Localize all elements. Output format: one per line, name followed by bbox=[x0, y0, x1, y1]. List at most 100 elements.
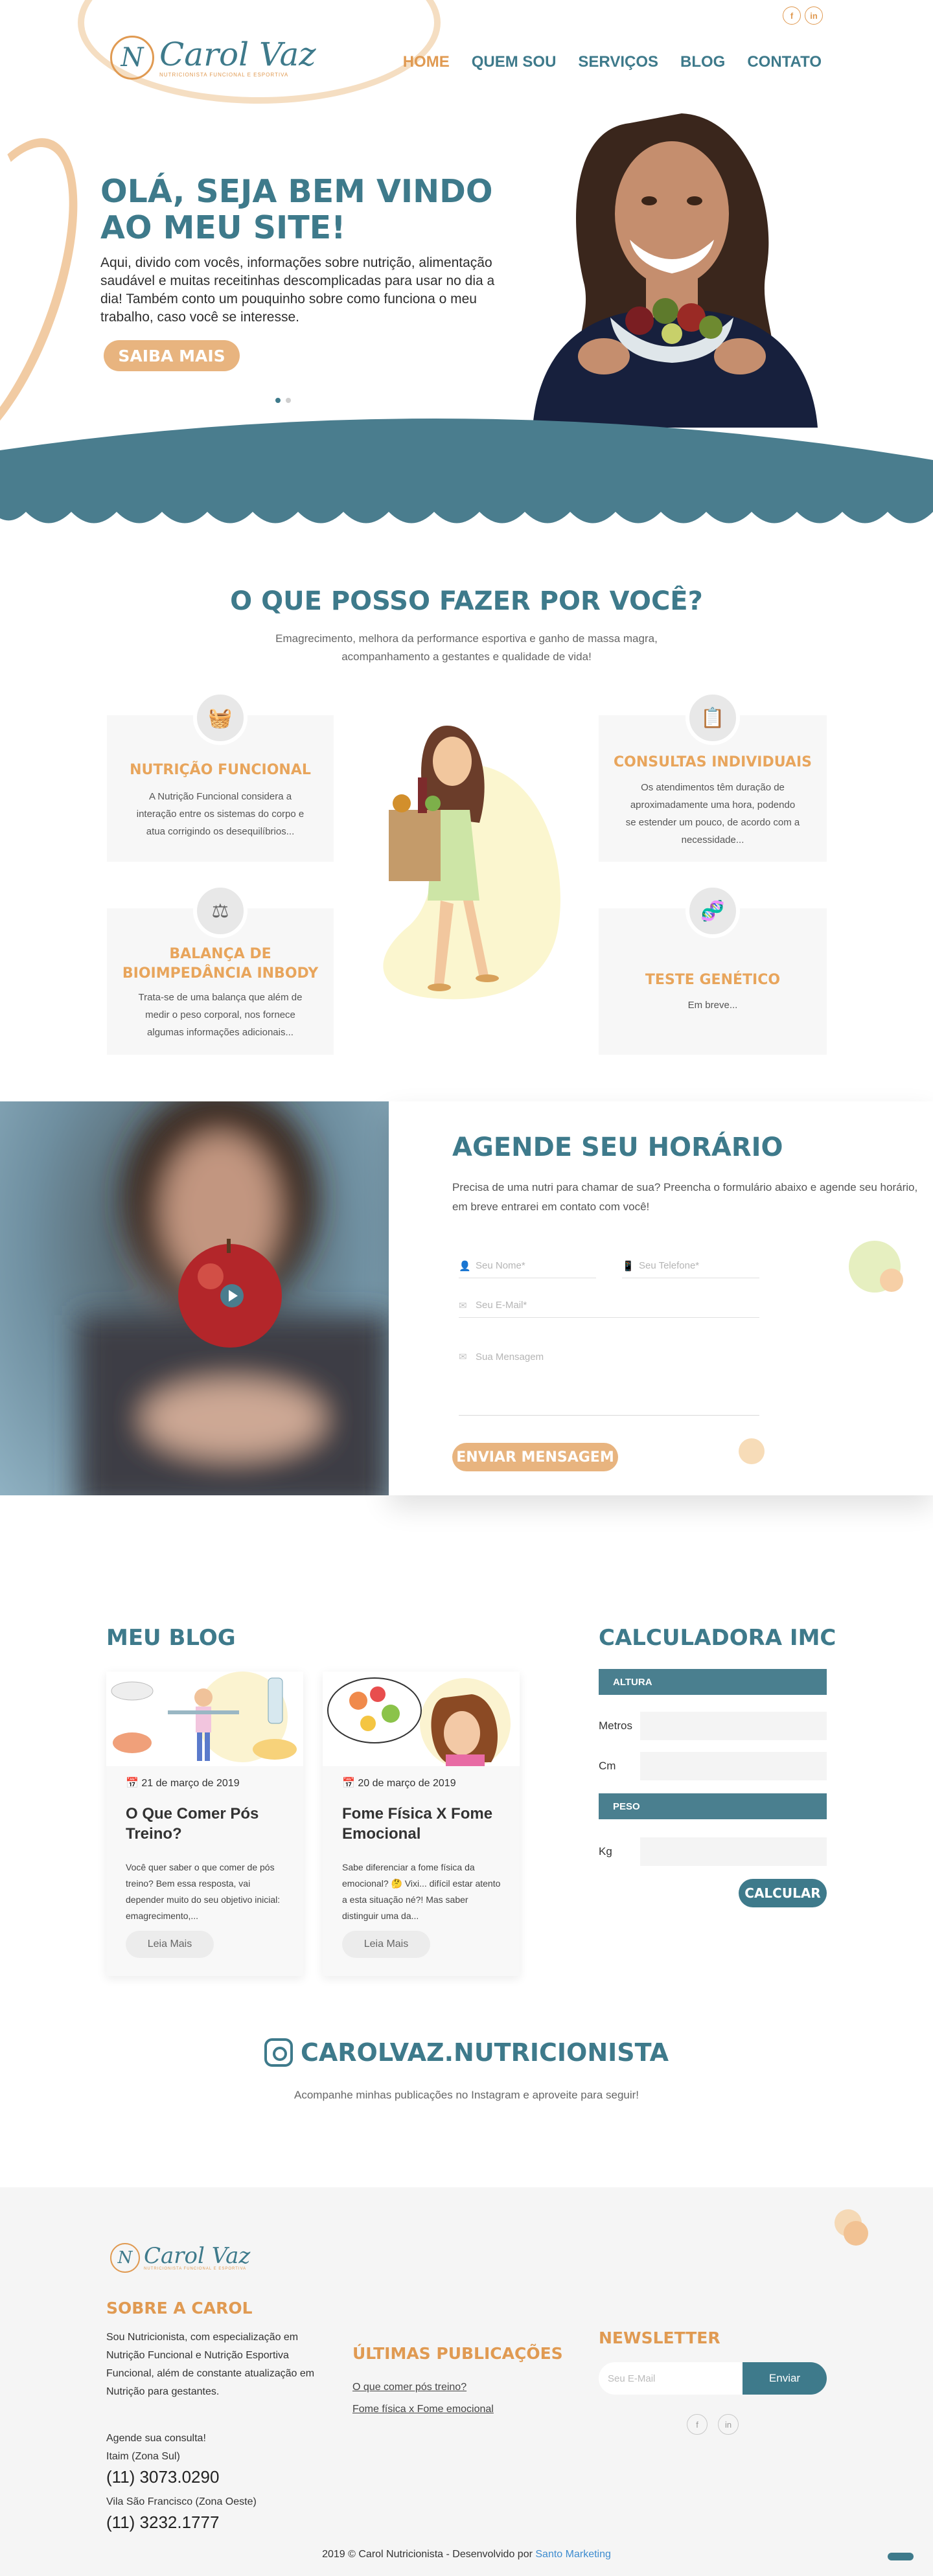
agende-title: AGENDE SEU HORÁRIO bbox=[452, 1133, 783, 1162]
services-subtitle: Emagrecimento, melhora da performance es… bbox=[275, 632, 658, 663]
message-icon: ✉ bbox=[459, 1351, 467, 1363]
saiba-mais-button[interactable]: SAIBA MAIS bbox=[104, 340, 240, 371]
post-excerpt: Sabe diferenciar a fome física da emocio… bbox=[342, 1862, 501, 1921]
imc-section-altura: ALTURA bbox=[599, 1669, 827, 1695]
card-title: TESTE GENÉTICO bbox=[645, 972, 781, 988]
linkedin-icon[interactable]: in bbox=[718, 2414, 739, 2435]
footer-about-title: SOBRE A CAROL bbox=[106, 2299, 253, 2317]
post-title[interactable]: O Que Comer Pós Treino? bbox=[126, 1804, 288, 1844]
blog-post-card[interactable]: 📅 20 de março de 2019 Fome Física X Fome… bbox=[323, 1672, 520, 1976]
copyright-text: 2019 © Carol Nutricionista - Desenvolvid… bbox=[322, 2549, 536, 2560]
post-date-text: 21 de março de 2019 bbox=[141, 1778, 240, 1789]
hero-title: OLÁ, SEJA BEM VINDO AO MEU SITE! bbox=[100, 174, 502, 246]
blog-post-card[interactable]: 📅 21 de março de 2019 O Que Comer Pós Tr… bbox=[106, 1672, 303, 1976]
phone-icon: 📱 bbox=[622, 1260, 634, 1272]
site-logo[interactable]: N Carol Vaz NUTRICIONISTA FUNCIONAL E ES… bbox=[110, 36, 316, 80]
calcular-button[interactable]: CALCULAR bbox=[739, 1879, 827, 1907]
header-social-links: f in bbox=[783, 6, 823, 25]
decorative-circle bbox=[844, 2221, 868, 2246]
post-date-text: 20 de março de 2019 bbox=[358, 1778, 456, 1789]
name-placeholder: Seu Nome* bbox=[476, 1260, 525, 1271]
developer-link[interactable]: Santo Marketing bbox=[535, 2549, 611, 2560]
facebook-icon[interactable]: f bbox=[783, 6, 801, 25]
footer-location-1: Itaim (Zona Sul) bbox=[106, 2451, 180, 2462]
imc-input-metros[interactable] bbox=[640, 1712, 827, 1740]
message-label: ✉ Sua Mensagem bbox=[459, 1344, 759, 1369]
service-card-bioimpedancia[interactable]: ⚖ BALANÇA DE BIOIMPEDÂNCIA INBODY Trata-… bbox=[107, 884, 334, 1055]
envelope-icon: ✉ bbox=[459, 1300, 467, 1311]
footer-phone-1[interactable]: (11) 3073.0290 bbox=[106, 2467, 219, 2487]
scale-icon: ⚖ bbox=[193, 884, 248, 938]
message-field[interactable]: ✉ Sua Mensagem bbox=[459, 1344, 759, 1416]
hero-portrait-image bbox=[533, 113, 818, 428]
name-field[interactable]: 👤 Seu Nome* bbox=[459, 1254, 596, 1278]
instagram-icon bbox=[264, 2038, 293, 2067]
copyright: 2019 © Carol Nutricionista - Desenvolvid… bbox=[0, 2549, 933, 2560]
imc-input-cm[interactable] bbox=[640, 1752, 827, 1780]
instagram-subtitle: Acompanhe minhas publicações no Instagra… bbox=[294, 2089, 639, 2101]
footer-location-2: Vila São Francisco (Zona Oeste) bbox=[106, 2496, 257, 2507]
nav-home[interactable]: HOME bbox=[403, 53, 450, 71]
email-placeholder: Seu E-Mail* bbox=[476, 1300, 527, 1311]
card-title: CONSULTAS INDIVIDUAIS bbox=[614, 754, 812, 770]
user-icon: 👤 bbox=[459, 1260, 471, 1272]
service-card-consultas[interactable]: 📋 CONSULTAS INDIVIDUAIS Os atendimentos … bbox=[599, 691, 827, 862]
linkedin-icon[interactable]: in bbox=[805, 6, 823, 25]
facebook-icon[interactable]: f bbox=[687, 2414, 708, 2435]
post-image bbox=[323, 1672, 520, 1766]
food-basket-icon: 🧺 bbox=[193, 691, 248, 745]
post-title[interactable]: Fome Física X Fome Emocional bbox=[342, 1804, 504, 1844]
imc-title: CALCULADORA IMC bbox=[599, 1625, 836, 1651]
service-card-teste-genetico[interactable]: 🧬 TESTE GENÉTICO Em breve... bbox=[599, 884, 827, 1055]
logo-name: Carol Vaz bbox=[144, 2243, 251, 2269]
imc-label-metros: Metros bbox=[599, 1719, 632, 1732]
main-nav: HOME QUEM SOU SERVIÇOS BLOG CONTATO bbox=[403, 53, 822, 71]
newsletter-submit-button[interactable]: Enviar bbox=[743, 2362, 827, 2395]
post-date: 📅 21 de março de 2019 bbox=[126, 1778, 240, 1789]
enviar-mensagem-button[interactable]: ENVIAR MENSAGEM bbox=[452, 1443, 618, 1471]
footer-newsletter-title: NEWSLETTER bbox=[599, 2329, 720, 2347]
woman-grocery-illustration bbox=[383, 726, 560, 1000]
imc-label-kg: Kg bbox=[599, 1845, 612, 1857]
footer-about-text: Sou Nutricionista, com especialização em… bbox=[106, 2332, 315, 2397]
service-card-nutricao[interactable]: 🧺 NUTRIÇÃO FUNCIONAL A Nutrição Funciona… bbox=[107, 691, 334, 862]
nav-quem-sou[interactable]: QUEM SOU bbox=[472, 53, 557, 71]
imc-input-kg[interactable] bbox=[640, 1837, 827, 1866]
leia-mais-button[interactable]: Leia Mais bbox=[342, 1931, 430, 1958]
instagram-heading[interactable]: CAROLVAZ.NUTRICIONISTA bbox=[0, 2038, 933, 2067]
card-title: BALANÇA DE BIOIMPEDÂNCIA INBODY bbox=[122, 946, 319, 982]
hero-text: Aqui, divido com vocês, informações sobr… bbox=[100, 255, 495, 325]
hero-section: N Carol Vaz NUTRICIONISTA FUNCIONAL E ES… bbox=[0, 0, 933, 538]
footer-post-link[interactable]: O que comer pós treino? bbox=[352, 2382, 466, 2393]
post-image bbox=[106, 1672, 303, 1766]
nav-servicos[interactable]: SERVIÇOS bbox=[578, 53, 658, 71]
footer-phone-2[interactable]: (11) 3232.1777 bbox=[106, 2513, 219, 2533]
card-text: Os atendimentos têm duração de aproximad… bbox=[625, 782, 800, 845]
card-text: Trata-se de uma balança que além de medi… bbox=[138, 992, 303, 1038]
footer-schedule: Agende sua consulta! bbox=[106, 2433, 206, 2444]
nav-blog[interactable]: BLOG bbox=[680, 53, 725, 71]
hero-title-line: OLÁ, SEJA BEM VINDO bbox=[100, 173, 493, 210]
instagram-handle: CAROLVAZ.NUTRICIONISTA bbox=[300, 2038, 669, 2067]
logo-monogram: N bbox=[110, 36, 154, 80]
footer-post-link[interactable]: Fome física x Fome emocional bbox=[352, 2404, 494, 2415]
phone-field[interactable]: 📱 Seu Telefone* bbox=[622, 1254, 759, 1278]
logo-name: Carol Vaz bbox=[159, 35, 316, 73]
logo-tagline: NUTRICIONISTA FUNCIONAL E ESPORTIVA bbox=[144, 2267, 247, 2271]
leia-mais-button[interactable]: Leia Mais bbox=[126, 1931, 214, 1958]
hero-wave-divider bbox=[0, 419, 933, 523]
hero-title-line: AO MEU SITE! bbox=[100, 209, 346, 246]
nav-contato[interactable]: CONTATO bbox=[747, 53, 822, 71]
imc-section-peso: PESO bbox=[599, 1793, 827, 1819]
dna-test-icon: 🧬 bbox=[685, 884, 740, 938]
agende-text: Precisa de uma nutri para chamar de sua?… bbox=[452, 1181, 918, 1213]
decorative-circle bbox=[739, 1438, 765, 1464]
newsletter-email-input[interactable]: Seu E-Mail bbox=[599, 2362, 743, 2395]
decorative-circle bbox=[880, 1269, 903, 1292]
services-title: O QUE POSSO FAZER POR VOCÊ? bbox=[230, 586, 703, 616]
message-placeholder: Sua Mensagem bbox=[476, 1351, 544, 1363]
email-field[interactable]: ✉ Seu E-Mail* bbox=[459, 1293, 759, 1318]
footer-logo[interactable]: N Carol Vaz NUTRICIONISTA FUNCIONAL E ES… bbox=[110, 2243, 250, 2273]
post-date: 📅 20 de março de 2019 bbox=[342, 1778, 456, 1789]
card-text: A Nutrição Funcional considera a interaç… bbox=[136, 791, 305, 837]
